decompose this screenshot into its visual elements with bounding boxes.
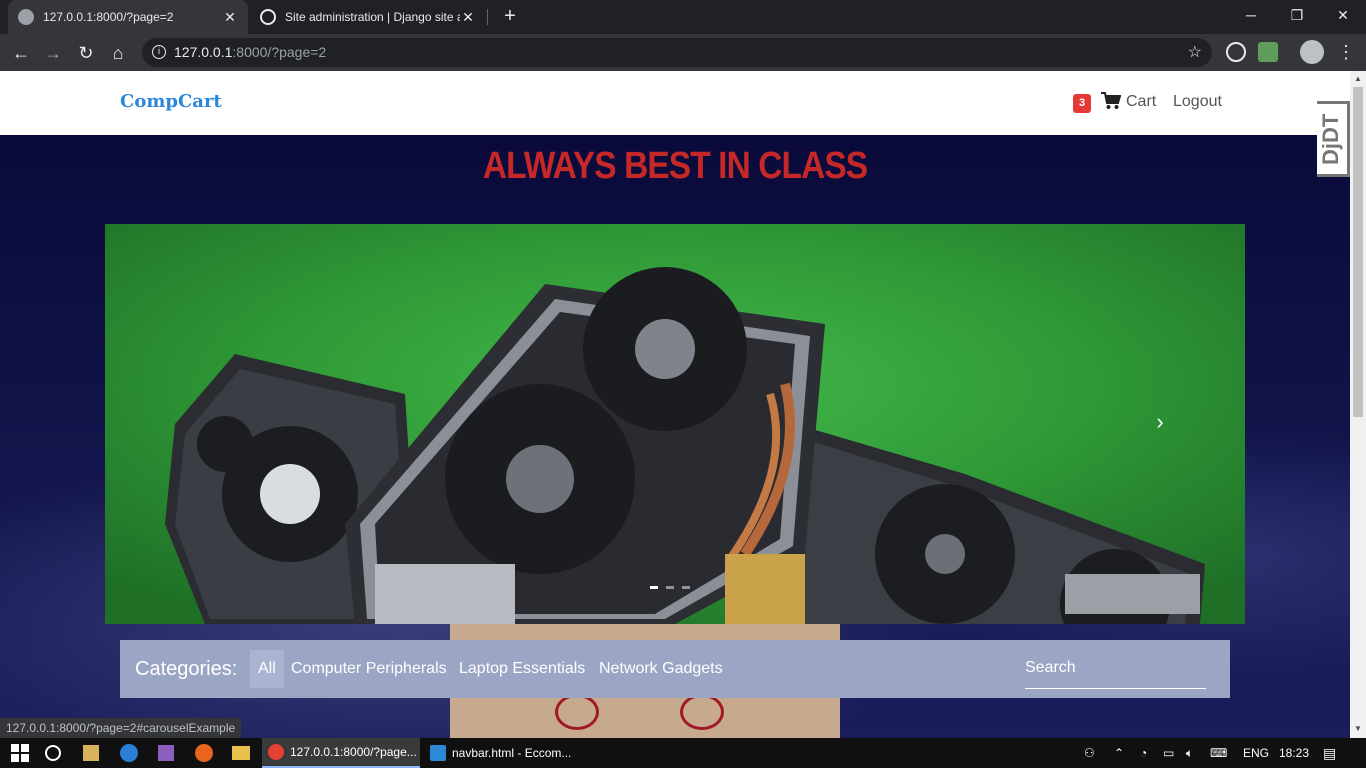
cart-count-badge: 3 [1073, 94, 1091, 113]
profile-avatar[interactable] [1300, 40, 1324, 64]
browser-toolbar: ← → ↻ ⌂ i 127.0.0.1:8000/?page=2 ☆ ⋮ [0, 34, 1366, 71]
firefox-icon[interactable] [195, 744, 213, 762]
product-carousel: › [105, 224, 1245, 624]
taskbar-app-vscode[interactable]: navbar.html - Eccom... [424, 738, 580, 768]
close-window-button[interactable]: ✕ [1320, 0, 1366, 34]
address-host: 127.0.0.1 [174, 44, 233, 60]
volume-icon[interactable]: 🔈︎ [1186, 738, 1193, 768]
reload-button[interactable]: ↻ [73, 40, 99, 66]
browser-tabstrip: 127.0.0.1:8000/?page=2 ✕ Site administra… [0, 0, 1366, 34]
carousel-indicator[interactable] [682, 586, 690, 589]
scrollbar-thumb[interactable] [1353, 87, 1363, 417]
site-info-icon[interactable]: i [152, 45, 166, 59]
search-input[interactable]: Search [1025, 659, 1206, 689]
extension-record-icon[interactable] [1226, 42, 1246, 62]
page-scrollbar[interactable]: ▲ ▼ [1350, 71, 1366, 738]
carousel-next-icon[interactable]: › [1150, 409, 1170, 439]
tab-close-icon[interactable]: ✕ [460, 9, 476, 26]
category-bar: Categories: All Computer Peripherals Lap… [120, 640, 1230, 698]
forward-button[interactable]: → [40, 40, 66, 66]
status-bar-url: 127.0.0.1:8000/?page=2#carouselExample [0, 718, 242, 738]
address-path: :8000/?page=2 [232, 44, 327, 60]
show-hidden-icons-icon[interactable]: ⌃ [1114, 738, 1124, 768]
carousel-indicators [650, 586, 690, 589]
carousel-indicator[interactable] [650, 586, 658, 589]
vscode-icon [430, 745, 446, 761]
store-icon[interactable] [83, 745, 99, 761]
visual-studio-icon[interactable] [158, 745, 174, 761]
page-viewport: CompCart 3 Cart Logout DjDT ALWAYS BEST … [0, 71, 1350, 738]
file-explorer-icon[interactable] [232, 746, 250, 760]
taskbar-app-title: navbar.html - Eccom... [452, 746, 572, 760]
decoration [555, 694, 599, 730]
search-circle-icon[interactable] [45, 745, 61, 761]
windows-start-icon[interactable] [10, 743, 30, 763]
chrome-icon [268, 744, 284, 760]
edge-browser-icon[interactable] [120, 744, 138, 762]
restore-button[interactable]: ❐ [1274, 0, 1320, 34]
tab-close-icon[interactable]: ✕ [222, 9, 238, 26]
category-computer-peripherals[interactable]: Computer Peripherals [283, 650, 455, 688]
site-navbar: CompCart 3 Cart Logout [0, 71, 1350, 135]
home-button[interactable]: ⌂ [105, 40, 131, 66]
keyboard-icon[interactable]: ⌨ [1210, 738, 1227, 768]
category-laptop-essentials[interactable]: Laptop Essentials [451, 650, 593, 688]
battery-icon[interactable]: ▭ [1163, 738, 1174, 768]
browser-tab-active[interactable]: 127.0.0.1:8000/?page=2 ✕ [8, 0, 248, 34]
address-bar[interactable]: i 127.0.0.1:8000/?page=2 ☆ [142, 38, 1212, 67]
decoration [680, 694, 724, 730]
people-icon[interactable]: ⚇ [1084, 738, 1095, 768]
browser-tab-admin[interactable]: Site administration | Django site admin … [250, 0, 486, 34]
notifications-icon[interactable]: ▤ [1323, 738, 1336, 768]
cart-link[interactable]: Cart [1126, 93, 1156, 111]
windows-taskbar: 127.0.0.1:8000/?page... navbar.html - Ec… [0, 738, 1366, 768]
globe-icon [260, 9, 276, 25]
taskbar-app-chrome[interactable]: 127.0.0.1:8000/?page... [262, 738, 420, 768]
tab-title: 127.0.0.1:8000/?page=2 [43, 10, 174, 24]
categories-label: Categories: [135, 658, 238, 680]
category-network-gadgets[interactable]: Network Gadgets [591, 650, 731, 688]
minimize-button[interactable]: ─ [1228, 0, 1274, 34]
clock[interactable]: 18:23 [1279, 738, 1309, 768]
category-all[interactable]: All [250, 650, 284, 688]
carousel-indicator[interactable] [666, 586, 674, 589]
graphics-cards-image [165, 267, 1205, 624]
new-tab-button[interactable]: + [498, 4, 522, 28]
wifi-icon[interactable]: ◔ [1140, 738, 1147, 768]
back-button[interactable]: ← [8, 40, 34, 66]
tab-separator [487, 9, 488, 25]
page-favicon-icon [18, 9, 34, 25]
language-indicator[interactable]: ENG [1243, 738, 1269, 768]
site-brand-link[interactable]: CompCart [120, 91, 222, 112]
tab-title: Site administration | Django site admin [285, 10, 460, 24]
taskbar-app-title: 127.0.0.1:8000/?page... [290, 745, 417, 759]
browser-menu-icon[interactable]: ⋮ [1336, 40, 1356, 64]
extension-mail-icon[interactable] [1258, 42, 1278, 62]
scroll-down-icon[interactable]: ▼ [1353, 724, 1363, 734]
shopping-cart-icon[interactable] [1101, 92, 1121, 110]
logout-link[interactable]: Logout [1173, 93, 1222, 111]
hero-headline: ALWAYS BEST IN CLASS [482, 145, 868, 187]
scroll-up-icon[interactable]: ▲ [1353, 74, 1363, 84]
bookmark-star-icon[interactable]: ☆ [1188, 38, 1202, 67]
debug-toolbar-handle[interactable]: DjDT [1317, 101, 1350, 177]
